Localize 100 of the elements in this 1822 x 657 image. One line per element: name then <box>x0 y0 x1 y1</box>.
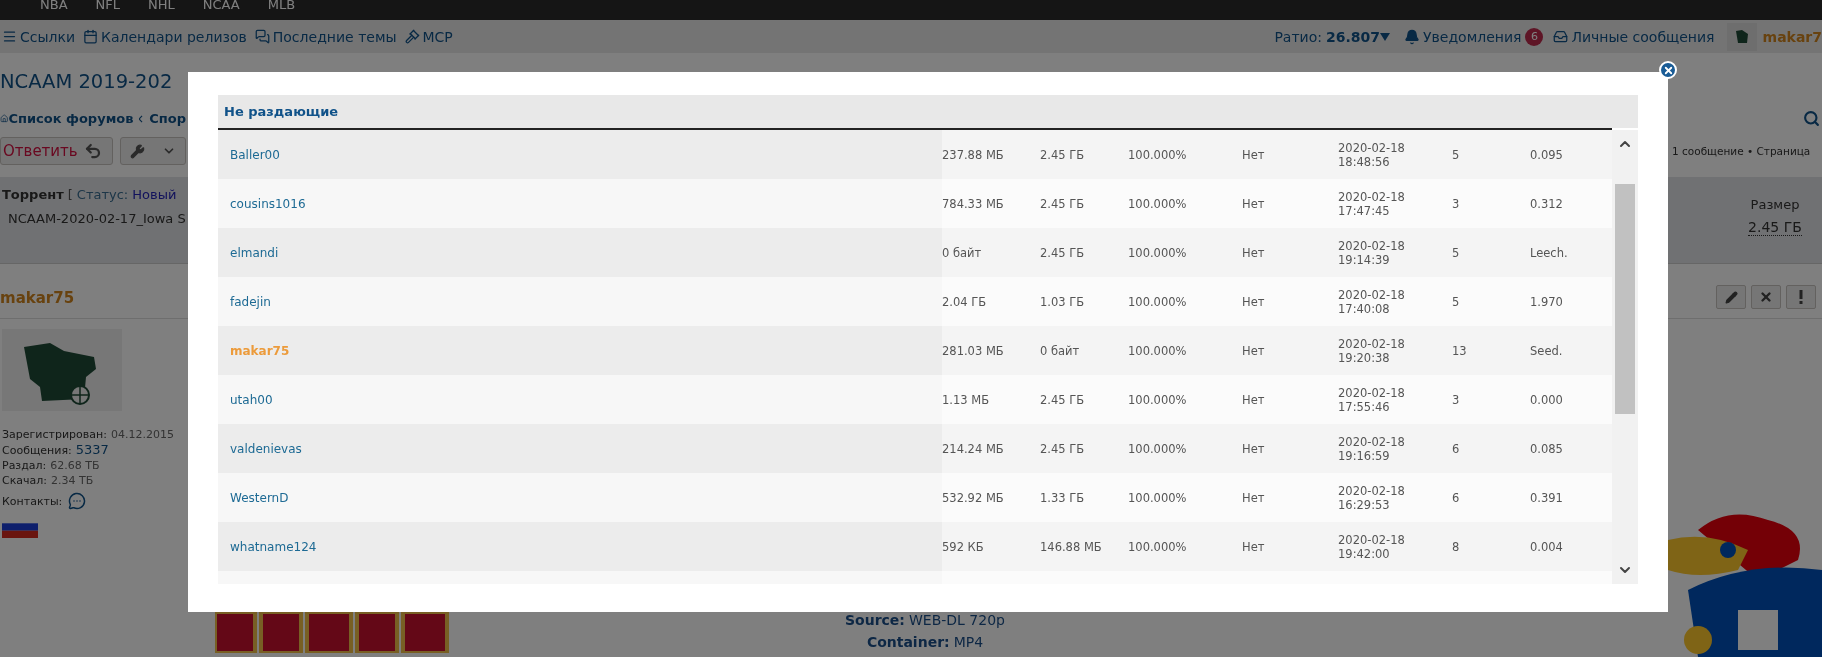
table-cell-text: 532.92 МБ <box>942 489 1005 507</box>
user-link[interactable]: makar75 <box>218 326 942 375</box>
torrent-file-name: NCAAM-2020-02-17_Iowa S <box>8 211 186 226</box>
page-title: NCAAM 2019-202 <box>0 69 173 95</box>
table-cell-text: 100.000% <box>1128 293 1188 311</box>
table-cell-text: 2020-02-18 18:48:56 <box>1338 139 1406 171</box>
table-cell-text: 3 <box>1452 391 1461 409</box>
breadcrumb-link[interactable]: Спор <box>149 111 186 126</box>
gavel-icon <box>404 29 420 44</box>
bracket-text: [ <box>67 187 73 202</box>
user-link[interactable]: whatname124 <box>218 522 942 571</box>
user-link[interactable]: fadejin <box>218 277 942 326</box>
edit-button[interactable] <box>1716 285 1746 309</box>
scrollbar[interactable] <box>1612 130 1638 584</box>
table-cell-text: Нет <box>1242 489 1266 507</box>
breadcrumb-link[interactable]: Список форумов <box>8 111 134 126</box>
close-icon <box>1662 64 1674 76</box>
chat-icon <box>254 29 270 44</box>
field-value: WEB-DL 720p <box>908 611 1005 630</box>
delete-button[interactable] <box>1751 285 1781 309</box>
pagination-text: 1 сообщение • Страница <box>1672 145 1811 157</box>
menu-icon <box>2 29 17 44</box>
table-cell-text: 784.33 МБ <box>942 195 1005 213</box>
top-menu-link[interactable]: MLB <box>267 0 296 20</box>
nav-link[interactable]: Ссылки <box>2 28 76 45</box>
post-author[interactable]: makar75 <box>0 288 75 307</box>
user-link[interactable]: WesternD <box>218 473 942 522</box>
stat-value[interactable]: 5337 <box>75 442 109 457</box>
stat-label: Раздал: <box>2 458 47 473</box>
notifications-link[interactable]: Уведомления <box>1423 28 1522 45</box>
table-cell-text: 2.04 ГБ <box>942 293 988 311</box>
table-cell-text: Нет <box>1242 440 1266 458</box>
modal-title: Не раздающие <box>218 95 1638 128</box>
table-cell-text: 2020-02-18 17:40:08 <box>1338 286 1406 318</box>
table-cell-text: 2020-02-18 19:20:38 <box>1338 335 1406 367</box>
table-cell-text: 0.085 <box>1530 440 1564 458</box>
user-link[interactable]: cousins1016 <box>218 179 942 228</box>
top-menu-link[interactable]: NBA <box>40 0 68 20</box>
table-cell-text: 1.970 <box>1530 293 1564 311</box>
size-header: Размер <box>1750 197 1800 212</box>
table-cell-text: Нет <box>1242 146 1266 164</box>
table-cell-text: 0 байт <box>1040 342 1081 360</box>
search-icon[interactable] <box>1803 110 1820 127</box>
table-cell-text: 100.000% <box>1128 440 1188 458</box>
user-link[interactable]: utah00 <box>218 375 942 424</box>
table-cell-text: 3 <box>1452 195 1461 213</box>
ratio-value[interactable]: 26.807 <box>1325 28 1390 45</box>
top-menu-link[interactable]: NHL <box>148 0 175 20</box>
field-label: Container: <box>866 633 950 652</box>
stat-label: Скачал: <box>2 473 48 488</box>
table-cell-text: 2.45 ГБ <box>1040 146 1086 164</box>
report-button[interactable] <box>1786 285 1816 309</box>
breadcrumb-separator-icon <box>139 114 144 123</box>
table-cell-text: 1.03 ГБ <box>1040 293 1086 311</box>
table-cell-text: Leech. <box>1530 244 1569 262</box>
table-cell-text: Нет <box>1242 538 1266 556</box>
table-cell-text: 0.004 <box>1530 538 1564 556</box>
table-cell-text: Нет <box>1242 342 1266 360</box>
table-cell-text: 0 байт <box>942 244 983 262</box>
user-link[interactable]: Baller00 <box>218 130 942 179</box>
top-menu-link[interactable]: NFL <box>95 0 120 20</box>
table-cell-text: 6 <box>1452 440 1461 458</box>
top-menu-link[interactable]: NCAA <box>202 0 240 20</box>
table-cell-text: 2.45 ГБ <box>1040 195 1086 213</box>
chat-icon[interactable] <box>68 492 87 510</box>
caret-icon <box>1380 32 1390 41</box>
table-cell-text: 2020-02-18 17:55:46 <box>1338 384 1406 416</box>
table-cell-text: Seed. <box>1530 342 1564 360</box>
table-cell-text: 5 <box>1452 146 1461 164</box>
stat-value: 04.12.2015 <box>110 427 174 442</box>
table-cell-text: 100.000% <box>1128 342 1188 360</box>
nav-link[interactable]: MCP <box>404 28 453 45</box>
table-cell-text: 2.45 ГБ <box>1040 391 1086 409</box>
field-value: MP4 <box>953 633 984 652</box>
reply-button[interactable]: Ответить <box>0 137 113 165</box>
user-link[interactable]: elmandi <box>218 228 942 277</box>
ratio-label: Ратио: <box>1274 28 1322 45</box>
nav-link[interactable]: Последние темы <box>254 28 397 45</box>
status-link[interactable]: Новый <box>132 187 177 202</box>
table-cell-text: Нет <box>1242 195 1266 213</box>
table-cell-text: 6 <box>1452 489 1461 507</box>
home-icon <box>0 113 9 124</box>
user-name[interactable]: makar7 <box>1762 28 1822 45</box>
user-avatar[interactable] <box>1726 22 1757 51</box>
messages-link[interactable]: Личные сообщения <box>1571 28 1715 45</box>
table-cell-text: 146.88 МБ <box>1040 538 1103 556</box>
user-link[interactable]: valdenievas <box>218 424 942 473</box>
bell-icon <box>1404 28 1420 45</box>
nav-link[interactable]: Календари релизов <box>83 28 247 45</box>
inbox-icon <box>1553 29 1569 44</box>
table-cell-text: 2020-02-18 19:16:59 <box>1338 433 1406 465</box>
close-icon <box>1759 290 1773 304</box>
table-cell-text: 100.000% <box>1128 195 1188 213</box>
close-button[interactable] <box>1659 61 1677 79</box>
table-cell-text: 2.45 ГБ <box>1040 440 1086 458</box>
status-label: Статус: <box>76 187 129 202</box>
size-value[interactable]: 2.45 ГБ <box>1748 219 1802 236</box>
table-cell-text: 5 <box>1452 244 1461 262</box>
table-cell-text: Нет <box>1242 391 1266 409</box>
tools-button[interactable] <box>119 137 186 165</box>
